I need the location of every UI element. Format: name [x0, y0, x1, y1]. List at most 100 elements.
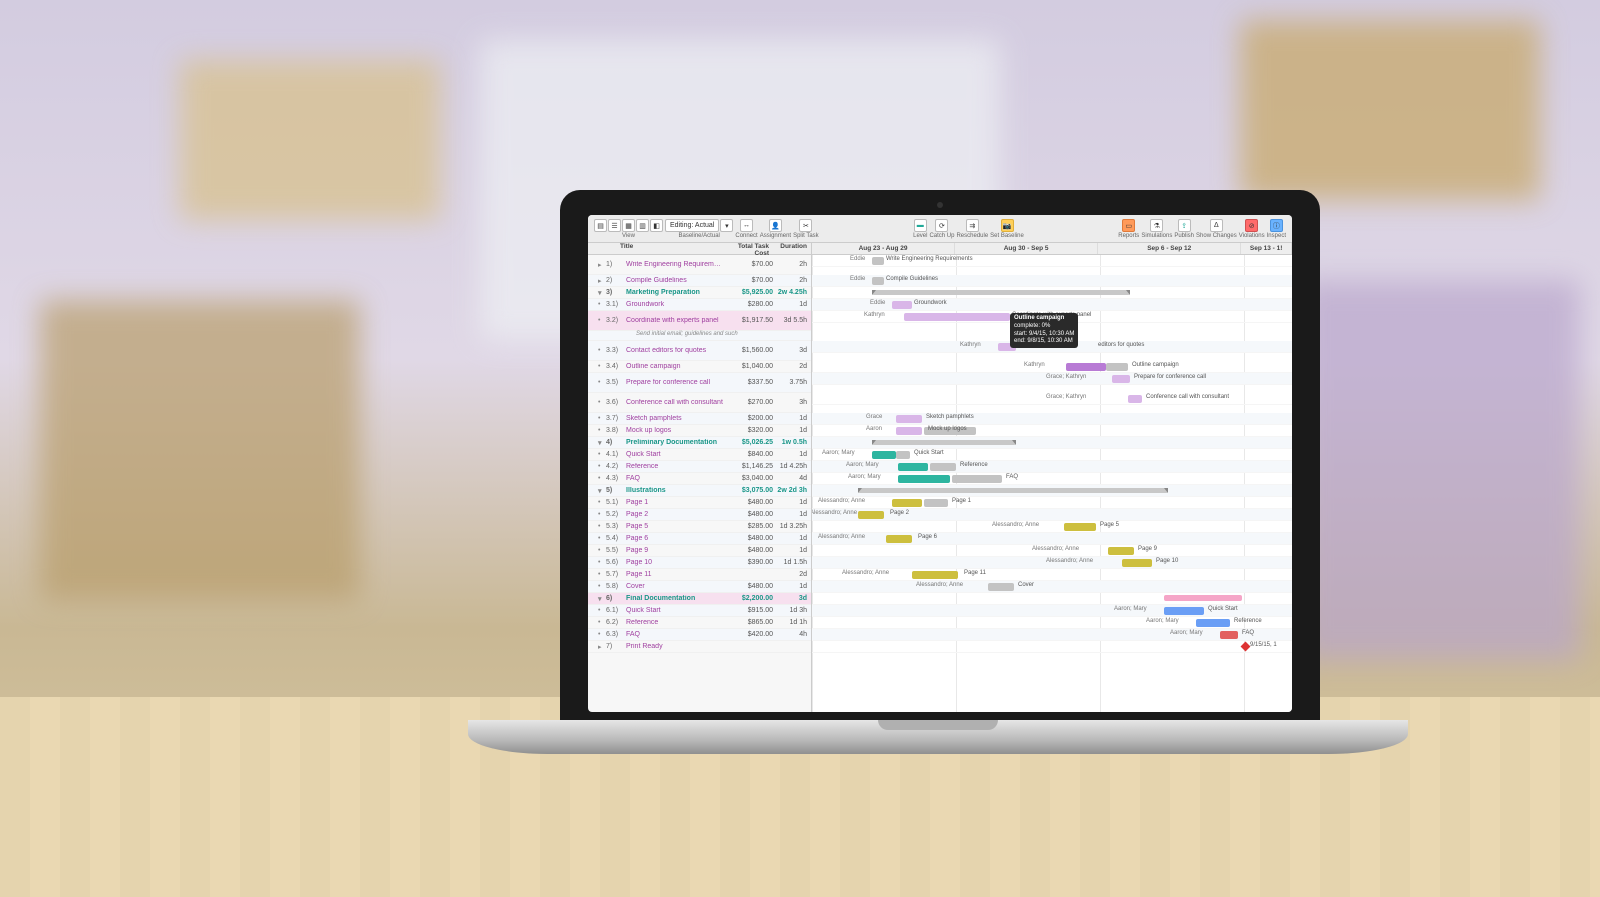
disclosure-icon[interactable]: ▾ [598, 289, 606, 297]
gantt-bar[interactable] [1196, 619, 1230, 627]
disclosure-icon[interactable]: • [598, 463, 606, 470]
task-outline[interactable]: ▸1)Write Engineering Requirements$70.002… [588, 255, 812, 712]
task-row[interactable]: •5.5)Page 9$480.001d [588, 545, 811, 557]
gantt-bar[interactable] [952, 475, 1002, 483]
task-row[interactable]: ▾5)Illustrations$3,075.002w 2d 3h [588, 485, 811, 497]
simulations-button[interactable]: ⚗ [1150, 219, 1163, 232]
task-row[interactable]: •3.1)Groundwork$280.001d [588, 299, 811, 311]
disclosure-icon[interactable]: • [598, 547, 606, 554]
level-button[interactable]: ▬ [914, 219, 927, 232]
gantt-bar[interactable] [896, 415, 922, 423]
connect-button[interactable]: ↔ [740, 219, 753, 232]
gantt-bar[interactable] [1122, 559, 1152, 567]
gantt-bar[interactable] [1066, 363, 1106, 371]
gantt-bar[interactable] [898, 463, 928, 471]
task-row[interactable]: •5.8)Cover$480.001d [588, 581, 811, 593]
task-row[interactable]: ▸2)Compile Guidelines$70.002h [588, 275, 811, 287]
disclosure-icon[interactable]: • [598, 347, 606, 354]
gantt-bar[interactable] [896, 427, 922, 435]
week-header-1[interactable]: Aug 23 - Aug 29 [812, 243, 955, 254]
inspect-button[interactable]: ⓘ [1270, 219, 1283, 232]
catchup-button[interactable]: ⟳ [935, 219, 948, 232]
gantt-bar[interactable] [1112, 375, 1130, 383]
task-row[interactable]: •5.4)Page 6$480.001d [588, 533, 811, 545]
gantt-bar[interactable] [1108, 547, 1134, 555]
gantt-bar[interactable] [892, 301, 912, 309]
reschedule-button[interactable]: ⇉ [966, 219, 979, 232]
disclosure-icon[interactable]: • [598, 301, 606, 308]
task-row[interactable]: •4.1)Quick Start$840.001d [588, 449, 811, 461]
gantt-chart[interactable]: Outline campaign complete: 0% start: 9/4… [812, 255, 1292, 712]
disclosure-icon[interactable]: ▾ [598, 439, 606, 447]
violations-button[interactable]: ⊘ [1245, 219, 1258, 232]
task-row[interactable]: ▾4)Preliminary Documentation$5,026.251w … [588, 437, 811, 449]
gantt-bar[interactable] [896, 451, 910, 459]
task-row[interactable]: •6.2)Reference$865.001d 1h [588, 617, 811, 629]
gantt-bar[interactable] [858, 511, 884, 519]
view-mode-2-button[interactable]: ☰ [608, 219, 621, 232]
baseline-mode-dropdown[interactable]: Editing: Actual [665, 219, 719, 232]
show-changes-button[interactable]: Δ [1210, 219, 1223, 232]
disclosure-icon[interactable]: • [598, 317, 606, 324]
disclosure-icon[interactable]: • [598, 427, 606, 434]
disclosure-icon[interactable]: • [598, 523, 606, 530]
gantt-bar[interactable] [924, 499, 948, 507]
task-row[interactable]: •3.8)Mock up logos$320.001d [588, 425, 811, 437]
disclosure-icon[interactable]: • [598, 363, 606, 370]
task-row[interactable]: •3.6)Conference call with consultant$270… [588, 393, 811, 413]
col-header-duration[interactable]: Duration [773, 243, 811, 254]
disclosure-icon[interactable]: • [598, 451, 606, 458]
gantt-bar[interactable] [904, 313, 1010, 321]
gantt-bar[interactable] [1128, 395, 1142, 403]
reports-button[interactable]: ▭ [1122, 219, 1135, 232]
disclosure-icon[interactable]: • [598, 511, 606, 518]
gantt-bar[interactable] [872, 277, 884, 285]
task-row[interactable]: •3.3)Contact editors for quotes$1,560.00… [588, 341, 811, 361]
disclosure-icon[interactable]: • [598, 607, 606, 614]
task-row[interactable]: •3.7)Sketch pamphlets$200.001d [588, 413, 811, 425]
split-task-button[interactable]: ✂ [799, 219, 812, 232]
task-row[interactable]: •5.1)Page 1$480.001d [588, 497, 811, 509]
col-header-title[interactable]: Title [596, 243, 723, 254]
gantt-bar[interactable] [872, 451, 896, 459]
gantt-bar[interactable] [1064, 523, 1096, 531]
disclosure-icon[interactable]: • [598, 619, 606, 626]
task-row[interactable]: •3.5)Prepare for conference call$337.503… [588, 373, 811, 393]
task-row[interactable]: •5.7)Page 112d [588, 569, 811, 581]
gantt-bar[interactable] [930, 463, 956, 471]
week-header-4[interactable]: Sep 13 - 1! [1241, 243, 1292, 254]
baseline-dropdown-caret[interactable]: ▾ [720, 219, 733, 232]
disclosure-icon[interactable]: • [598, 631, 606, 638]
disclosure-icon[interactable]: • [598, 535, 606, 542]
gantt-bar[interactable] [872, 290, 1130, 295]
gantt-bar[interactable] [892, 499, 922, 507]
task-row[interactable]: •6.1)Quick Start$915.001d 3h [588, 605, 811, 617]
view-mode-5-button[interactable]: ◧ [650, 219, 663, 232]
disclosure-icon[interactable]: • [598, 379, 606, 386]
disclosure-icon[interactable]: • [598, 415, 606, 422]
task-row[interactable]: ▸1)Write Engineering Requirements$70.002… [588, 255, 811, 275]
week-header-3[interactable]: Sep 6 - Sep 12 [1098, 243, 1241, 254]
gantt-bar[interactable] [988, 583, 1014, 591]
col-header-cost[interactable]: Total Task Cost [723, 243, 773, 254]
disclosure-icon[interactable]: ▸ [598, 643, 606, 651]
gantt-bar[interactable] [872, 440, 1016, 445]
task-row[interactable]: •3.2)Coordinate with experts panel$1,917… [588, 311, 811, 331]
task-row[interactable]: •4.2)Reference$1,146.251d 4.25h [588, 461, 811, 473]
gantt-bar[interactable] [898, 475, 950, 483]
task-row[interactable]: ▾3)Marketing Preparation$5,925.002w 4.25… [588, 287, 811, 299]
assignment-button[interactable]: 👤 [769, 219, 782, 232]
task-row[interactable]: •6.3)FAQ$420.004h [588, 629, 811, 641]
set-baseline-button[interactable]: 📷 [1001, 219, 1014, 232]
disclosure-icon[interactable]: ▾ [598, 595, 606, 603]
publish-button[interactable]: ⇪ [1178, 219, 1191, 232]
gantt-bar[interactable] [858, 488, 1168, 493]
task-row[interactable]: ▾6)Final Documentation$2,200.003d [588, 593, 811, 605]
disclosure-icon[interactable]: • [598, 475, 606, 482]
gantt-bar[interactable] [1164, 607, 1204, 615]
task-row[interactable]: •5.2)Page 2$480.001d [588, 509, 811, 521]
week-header-2[interactable]: Aug 30 - Sep 5 [955, 243, 1098, 254]
disclosure-icon[interactable]: • [598, 571, 606, 578]
gantt-bar[interactable] [886, 535, 912, 543]
view-mode-3-button[interactable]: ▦ [622, 219, 635, 232]
